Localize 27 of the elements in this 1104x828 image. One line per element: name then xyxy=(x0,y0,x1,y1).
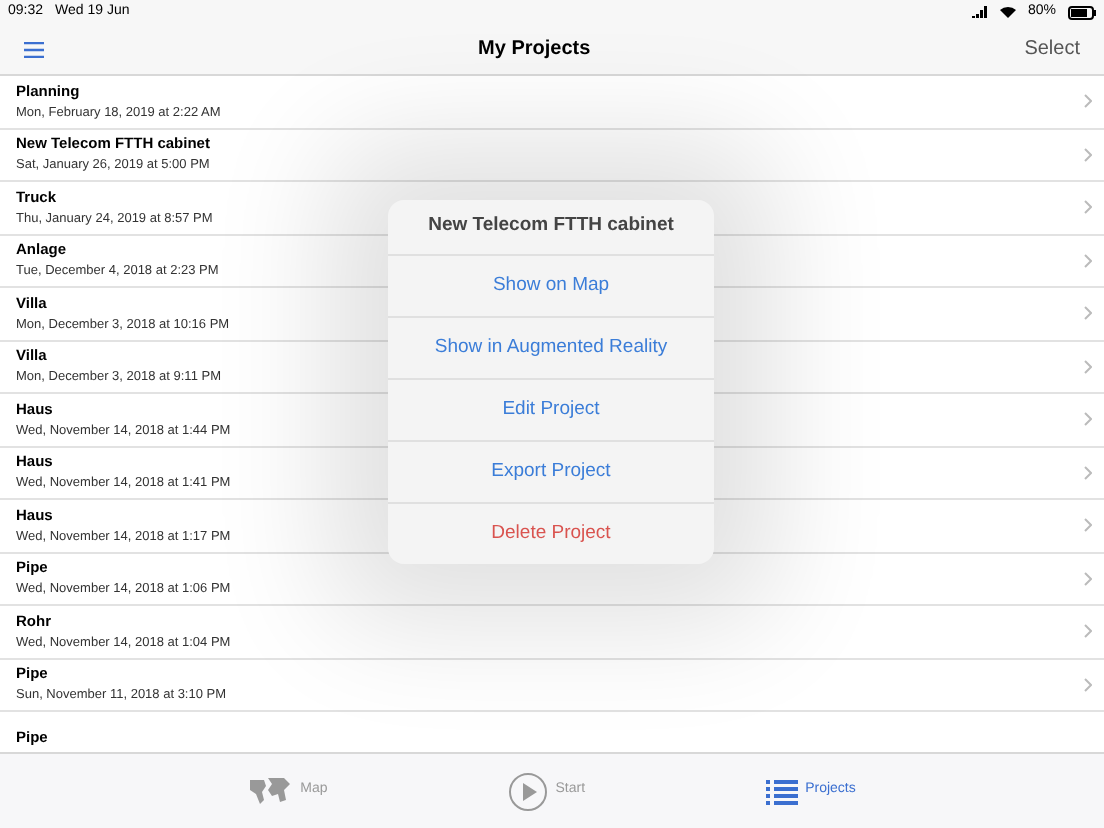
menu-action[interactable]: Edit Project xyxy=(388,378,714,440)
wifi-icon xyxy=(999,6,1016,18)
chevron-icon xyxy=(1084,571,1092,586)
chevron-icon xyxy=(1084,200,1092,215)
play-icon xyxy=(507,771,548,811)
menu-action[interactable]: Delete Project xyxy=(388,502,714,564)
chevron-icon xyxy=(1084,677,1092,692)
menu-icon[interactable] xyxy=(24,41,44,57)
menu-action[interactable]: Show in Augmented Reality xyxy=(388,316,714,378)
battery-icon xyxy=(1068,5,1096,19)
menu-action[interactable]: Export Project xyxy=(388,440,714,502)
chevron-icon xyxy=(1084,412,1092,427)
chevron-icon xyxy=(1084,147,1092,162)
signal-icon xyxy=(971,6,988,18)
nav-title: My Projects xyxy=(478,36,591,64)
chevron-icon xyxy=(1084,518,1092,533)
menu-action[interactable]: Show on Map xyxy=(388,254,714,316)
chevron-icon xyxy=(1084,624,1092,639)
list-icon xyxy=(765,777,798,805)
select-button[interactable]: Select xyxy=(1024,34,1080,64)
chevron-icon xyxy=(1084,253,1092,268)
chevron-icon xyxy=(1084,359,1092,374)
popover-title: New Telecom FTTH cabinet xyxy=(426,212,676,241)
chevron-icon xyxy=(1084,94,1092,109)
chevron-icon xyxy=(1084,306,1092,321)
world-map-icon xyxy=(248,775,293,807)
chevron-icon xyxy=(1084,465,1092,480)
